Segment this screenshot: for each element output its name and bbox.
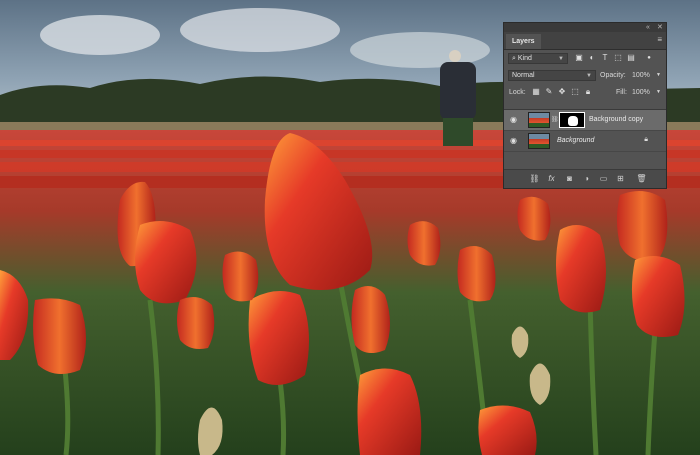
new-group-icon[interactable]: ▭ [598,173,609,184]
layer-mask-thumbnail[interactable] [559,112,585,128]
panel-tab-bar: Layers ≡ [504,32,666,50]
chevron-down-icon: ▼ [586,73,592,79]
blend-row: Normal ▼ Opacity: 100% ▼ [504,67,666,84]
filter-toggle-icon[interactable]: ● [644,53,654,63]
link-layers-icon[interactable]: ⛓ [529,173,540,184]
smart-object-filter-icon[interactable]: ▤ [626,53,636,63]
blend-mode-value: Normal [512,72,535,79]
layer-name[interactable]: Background copy [589,116,643,123]
eye-icon[interactable]: ◉ [510,115,517,124]
layer-row-background[interactable]: ◉ Background 🔒︎ [504,131,666,152]
panel-title-bar: « ✕ [504,23,666,32]
lock-transparent-icon[interactable]: ▦ [531,87,541,97]
filter-row: ⌕ Kind ▼ ▣ ◐ T ⬚ ▤ ● [504,50,666,67]
type-filter-icon[interactable]: T [600,53,610,63]
fx-icon[interactable]: fx [546,173,557,184]
add-mask-icon[interactable]: ◙ [564,173,575,184]
new-layer-icon[interactable]: ⊞ [615,173,626,184]
link-icon[interactable]: ⛓ [551,116,559,123]
adjustment-layer-icon[interactable]: ◑ [581,173,592,184]
panel-menu-icon[interactable]: ≡ [657,35,662,44]
layer-row-background-copy[interactable]: ◉ ⛓ Background copy [504,110,666,131]
chevron-down-icon[interactable]: ▼ [656,87,661,98]
opacity-value[interactable]: 100% [632,70,650,81]
cloud [40,15,160,55]
chevron-down-icon: ▼ [558,56,564,62]
layers-list: ◉ ⛓ Background copy ◉ Background 🔒︎ [504,109,666,160]
lock-label: Lock: [509,89,526,96]
eye-icon[interactable]: ◉ [510,136,517,145]
fill-value[interactable]: 100% [632,87,650,98]
chevron-down-icon[interactable]: ▼ [656,70,661,81]
lock-brush-icon[interactable]: ✎ [544,87,554,97]
opacity-label: Opacity: [600,72,626,79]
pixel-filter-icon[interactable]: ▣ [574,53,584,63]
lock-artboard-icon[interactable]: ⬚ [570,87,580,97]
lock-icon: 🔒︎ [644,136,648,143]
lock-row: Lock: ▦ ✎ ✥ ⬚ 🔒︎ Fill: 100% ▼ [504,84,666,101]
close-icon[interactable]: ✕ [657,23,663,32]
lock-position-icon[interactable]: ✥ [557,87,567,97]
adjustment-filter-icon[interactable]: ◐ [587,53,597,63]
lock-all-icon[interactable]: 🔒︎ [583,87,593,97]
layer-thumbnail[interactable] [528,133,550,149]
layer-name[interactable]: Background [557,137,594,144]
blend-mode-dropdown[interactable]: Normal ▼ [508,70,596,81]
search-icon: ⌕ [512,55,516,62]
tab-layers[interactable]: Layers [506,34,541,49]
filter-kind-dropdown[interactable]: ⌕ Kind ▼ [508,53,568,64]
collapse-icon[interactable]: « [646,23,650,32]
cloud [180,8,340,52]
fill-label: Fill: [616,89,627,96]
shape-filter-icon[interactable]: ⬚ [613,53,623,63]
filter-kind-label: Kind [517,55,532,62]
person-figure [440,50,476,146]
panel-footer: ⛓ fx ◙ ◑ ▭ ⊞ 🗑︎ [504,169,666,188]
trash-icon[interactable]: 🗑︎ [636,173,647,184]
layers-panel: « ✕ Layers ≡ ⌕ Kind ▼ ▣ ◐ T ⬚ ▤ ● Normal… [503,22,667,189]
layer-thumbnail[interactable] [528,112,550,128]
